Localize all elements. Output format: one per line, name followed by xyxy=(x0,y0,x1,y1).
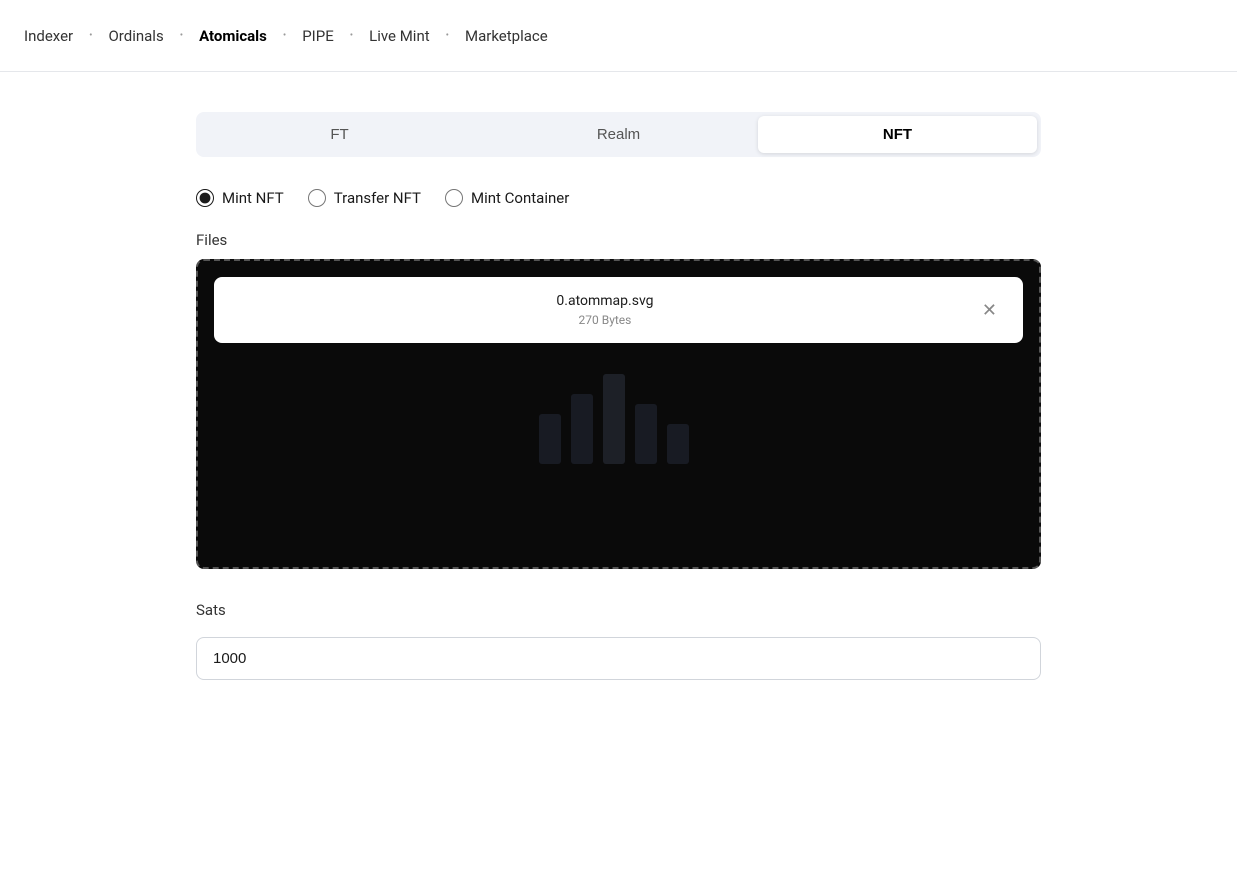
navigation: Indexer • Ordinals • Atomicals • PIPE • … xyxy=(0,0,1237,72)
file-size: 270 Bytes xyxy=(579,313,632,327)
nav-indexer[interactable]: Indexer xyxy=(24,27,73,45)
file-info: 0.atommap.svg 270 Bytes xyxy=(234,293,976,327)
file-close-button[interactable]: ✕ xyxy=(976,299,1003,321)
radio-mint-container[interactable]: Mint Container xyxy=(445,189,569,207)
radio-mint-nft-input[interactable] xyxy=(196,189,214,207)
nav-dot-4: • xyxy=(350,30,353,41)
sats-section: Sats xyxy=(196,601,1041,680)
radio-group: Mint NFT Transfer NFT Mint Container xyxy=(196,189,1041,207)
sats-label: Sats xyxy=(196,601,1041,619)
nav-ordinals[interactable]: Ordinals xyxy=(108,27,163,45)
nav-pipe[interactable]: PIPE xyxy=(302,27,334,45)
main-content: FT Realm NFT Mint NFT Transfer NFT Mint … xyxy=(0,72,1237,720)
nav-dot-5: • xyxy=(446,30,449,41)
file-name: 0.atommap.svg xyxy=(556,293,653,309)
files-dropzone[interactable]: 0.atommap.svg 270 Bytes ✕ xyxy=(196,259,1041,569)
dropzone-icon xyxy=(519,354,719,474)
radio-mint-nft-label: Mint NFT xyxy=(222,189,284,207)
sats-input[interactable] xyxy=(196,637,1041,680)
files-label: Files xyxy=(196,231,1041,249)
radio-transfer-nft[interactable]: Transfer NFT xyxy=(308,189,421,207)
tab-group: FT Realm NFT xyxy=(196,112,1041,157)
radio-mint-container-label: Mint Container xyxy=(471,189,569,207)
nav-live-mint[interactable]: Live Mint xyxy=(369,27,430,45)
radio-mint-container-input[interactable] xyxy=(445,189,463,207)
files-section: Files 0.atommap.svg 270 Bytes xyxy=(196,231,1041,569)
nav-marketplace[interactable]: Marketplace xyxy=(465,27,548,45)
nav-dot-2: • xyxy=(180,30,183,41)
tab-nft[interactable]: NFT xyxy=(758,116,1037,153)
radio-transfer-nft-input[interactable] xyxy=(308,189,326,207)
nav-atomicals[interactable]: Atomicals xyxy=(199,27,267,45)
tab-realm[interactable]: Realm xyxy=(479,116,758,153)
radio-transfer-nft-label: Transfer NFT xyxy=(334,189,421,207)
tab-ft[interactable]: FT xyxy=(200,116,479,153)
nav-dot-3: • xyxy=(283,30,286,41)
radio-mint-nft[interactable]: Mint NFT xyxy=(196,189,284,207)
nav-dot-1: • xyxy=(89,30,92,41)
file-card: 0.atommap.svg 270 Bytes ✕ xyxy=(214,277,1023,343)
